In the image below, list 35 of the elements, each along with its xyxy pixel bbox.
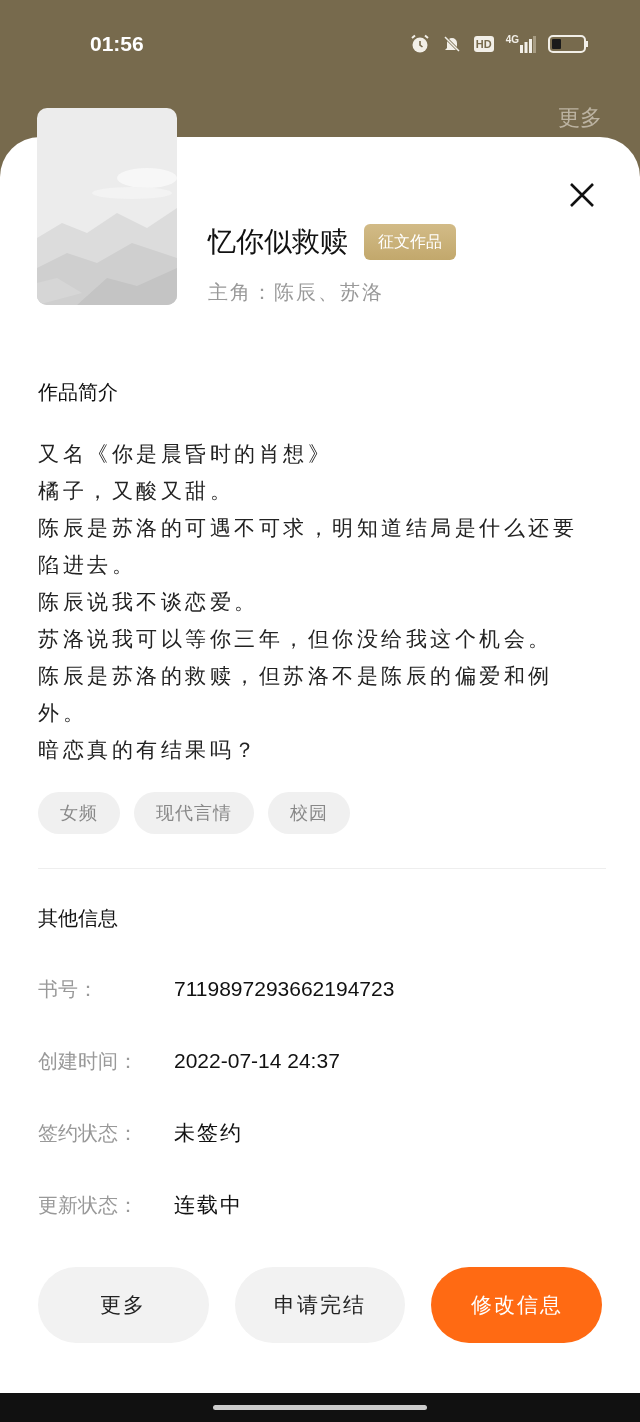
hd-badge: HD bbox=[473, 35, 494, 52]
info-label: 书号： bbox=[38, 977, 99, 1002]
info-value: 2022-07-14 24:37 bbox=[174, 1048, 340, 1075]
alarm-icon bbox=[409, 33, 430, 54]
synopsis-paragraph: 橘子，又酸又甜。 bbox=[38, 478, 235, 504]
status-time: 01:56 bbox=[90, 31, 144, 57]
synopsis-paragraph: 苏洛说我可以等你三年，但你没给我这个机会。 bbox=[38, 626, 554, 652]
muted-bell-icon bbox=[441, 33, 462, 54]
tag-chip[interactable]: 女频 bbox=[38, 792, 120, 834]
info-value: 7119897293662194723 bbox=[174, 976, 395, 1003]
action-button[interactable]: 更多 bbox=[38, 1267, 209, 1343]
info-value: 未签约 bbox=[174, 1120, 243, 1147]
tag-chip[interactable]: 现代言情 bbox=[134, 792, 254, 834]
synopsis-paragraph: 陈辰是苏洛的救赎，但苏洛不是陈辰的偏爱和例外。 bbox=[38, 663, 554, 726]
main-characters: 主角：陈辰、苏洛 bbox=[208, 280, 385, 305]
synopsis-paragraph: 又名《你是晨昏时的肖想》 bbox=[38, 441, 333, 467]
action-button[interactable]: 修改信息 bbox=[431, 1267, 602, 1343]
synopsis-paragraph: 陈辰是苏洛的可遇不可求，明知道结局是什么还要陷进去。 bbox=[38, 515, 578, 578]
signal-icon bbox=[520, 34, 536, 53]
section-heading: 作品简介 bbox=[38, 380, 119, 405]
network-label: 4G bbox=[505, 34, 519, 45]
section-heading: 其他信息 bbox=[38, 906, 119, 931]
book-title: 忆你似救赎 bbox=[208, 225, 348, 259]
info-label: 更新状态： bbox=[38, 1193, 139, 1218]
synopsis-paragraph: 暗恋真的有结果吗？ bbox=[38, 737, 260, 763]
close-icon[interactable] bbox=[568, 181, 596, 209]
tag-chip[interactable]: 校园 bbox=[268, 792, 350, 834]
contest-badge: 征文作品 bbox=[364, 224, 456, 260]
info-label: 签约状态： bbox=[38, 1121, 139, 1146]
header-more-link[interactable]: 更多 bbox=[558, 101, 602, 134]
battery-icon bbox=[548, 34, 588, 53]
action-button[interactable]: 申请完结 bbox=[234, 1267, 406, 1343]
info-label: 创建时间： bbox=[38, 1049, 139, 1074]
synopsis-paragraph: 陈辰说我不谈恋爱。 bbox=[38, 589, 260, 615]
info-value: 连载中 bbox=[174, 1192, 243, 1219]
